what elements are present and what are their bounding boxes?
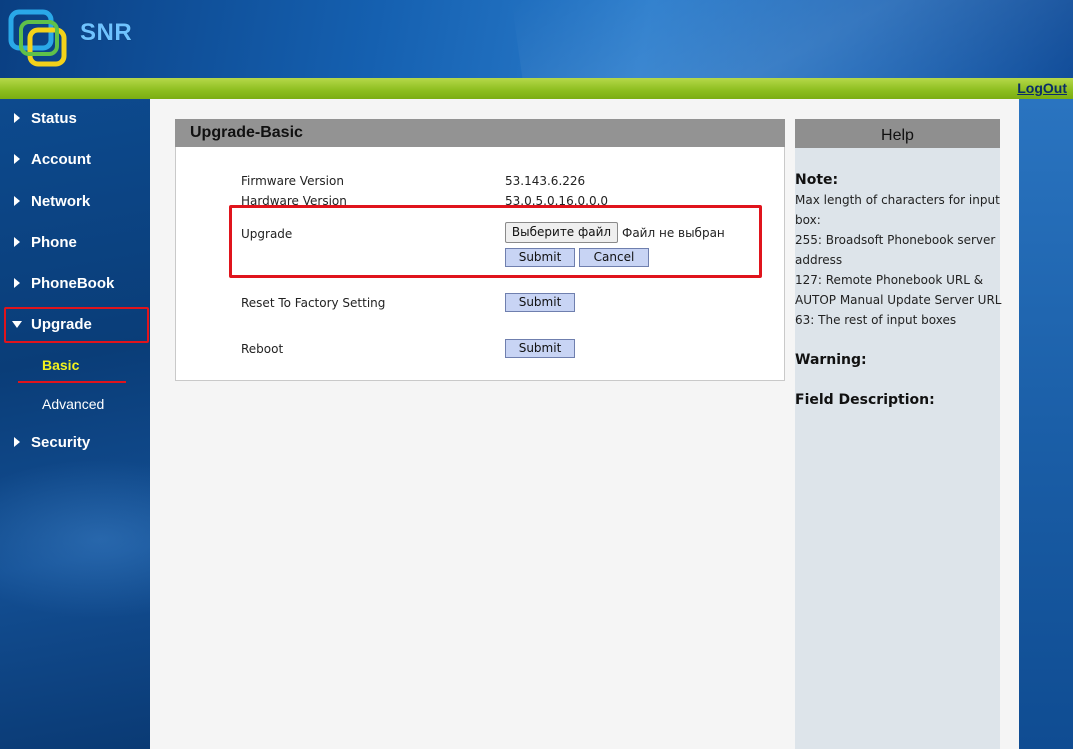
- sidebar-item-security[interactable]: Security: [0, 425, 150, 461]
- highlight-box-upgrade-row: [229, 205, 762, 278]
- chevron-right-icon: [14, 154, 20, 164]
- help-note-line: AUTOP Manual Update Server URL: [795, 293, 1002, 307]
- header-decoration: [511, 0, 1073, 78]
- highlight-underline-basic: [18, 381, 126, 383]
- sidebar-item-label: Account: [31, 151, 91, 168]
- firmware-version-value: 53.143.6.226: [505, 174, 586, 188]
- firmware-version-label: Firmware Version: [241, 174, 344, 188]
- reboot-label: Reboot: [241, 342, 284, 356]
- help-note-heading: Note:: [795, 172, 839, 188]
- sidebar-item-phonebook[interactable]: PhoneBook: [0, 266, 150, 302]
- help-note-line: 63: The rest of input boxes: [795, 313, 957, 327]
- sidebar-item-phone[interactable]: Phone: [0, 225, 150, 261]
- reboot-submit-button[interactable]: Submit: [505, 339, 575, 358]
- hardware-version-value: 53.0.5.0.16.0.0.0: [505, 194, 609, 205]
- help-note-line: 127: Remote Phonebook URL &: [795, 273, 984, 287]
- reset-factory-label: Reset To Factory Setting: [241, 296, 386, 310]
- help-panel: [795, 119, 1000, 749]
- sidebar-item-label: Security: [31, 434, 91, 451]
- help-field-description-heading: Field Description:: [795, 392, 935, 408]
- help-title: Help: [795, 119, 1000, 148]
- help-note-line: box:: [795, 213, 821, 227]
- sidebar-item-label: Status: [31, 110, 77, 127]
- reset-submit-button[interactable]: Submit: [505, 293, 575, 312]
- top-bar: [0, 78, 1073, 99]
- chevron-right-icon: [14, 113, 20, 123]
- header: SNR: [0, 0, 1073, 78]
- right-decoration: [1019, 99, 1073, 749]
- logout-link[interactable]: LogOut: [1017, 80, 1067, 96]
- sidebar-item-label: Phone: [31, 234, 77, 251]
- help-note-line: Max length of characters for input: [795, 193, 1000, 207]
- page-title: Upgrade-Basic: [175, 119, 785, 147]
- sidebar-decoration: [0, 459, 150, 619]
- highlight-box-upgrade: [4, 307, 149, 343]
- sidebar-item-network[interactable]: Network: [0, 184, 150, 220]
- chevron-right-icon: [14, 196, 20, 206]
- sidebar-item-status[interactable]: Status: [0, 101, 150, 137]
- sidebar-item-label: PhoneBook: [31, 275, 115, 292]
- help-note-line: 255: Broadsoft Phonebook server: [795, 233, 996, 247]
- logo-text: SNR: [80, 19, 133, 46]
- chevron-right-icon: [14, 237, 20, 247]
- sidebar-subitem-basic[interactable]: Basic: [42, 357, 79, 373]
- sidebar-item-label: Network: [31, 193, 91, 210]
- help-warning-heading: Warning:: [795, 352, 867, 368]
- sidebar-item-account[interactable]: Account: [0, 142, 150, 178]
- chevron-right-icon: [14, 437, 20, 447]
- help-note-line: address: [795, 253, 843, 267]
- hardware-version-label: Hardware Version: [241, 194, 347, 205]
- chevron-right-icon: [14, 278, 20, 288]
- sidebar-subitem-advanced[interactable]: Advanced: [42, 396, 104, 412]
